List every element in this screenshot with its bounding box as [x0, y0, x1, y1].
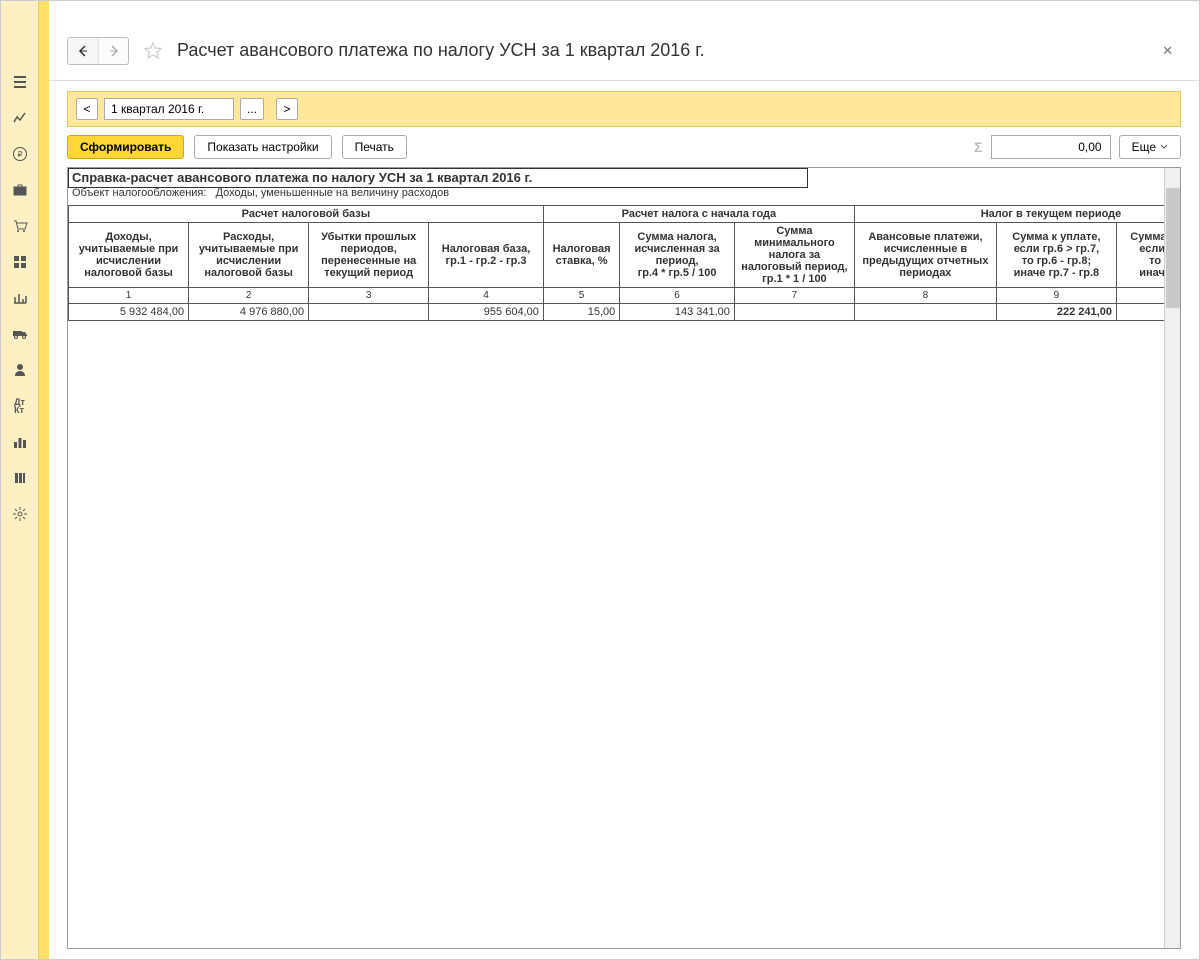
analytics-icon[interactable] [8, 287, 32, 309]
toolbar: Сформировать Показать настройки Печать Σ… [49, 127, 1199, 167]
col-header: Налоговая база, гр.1 - гр.2 - гр.3 [429, 223, 544, 288]
tax-object-value: Доходы, уменьшенные на величину расходов [216, 187, 449, 199]
arrow-right-icon [108, 45, 120, 57]
cell: 222 241,00 [996, 304, 1116, 321]
report-title: Справка-расчет авансового платежа по нал… [68, 168, 1181, 187]
titlebar: Расчет авансового платежа по налогу УСН … [49, 21, 1199, 81]
favorite-star-icon[interactable] [141, 39, 165, 63]
period-select-button[interactable]: ... [240, 98, 264, 120]
print-button[interactable]: Печать [342, 135, 407, 159]
col-header: Убытки прошлых периодов, перенесенные на… [309, 223, 429, 288]
cell: 955 604,00 [429, 304, 544, 321]
briefcase-icon[interactable] [8, 179, 32, 201]
group-header: Расчет налоговой базы [69, 206, 544, 223]
col-num: 1 [69, 288, 189, 304]
truck-icon[interactable] [8, 323, 32, 345]
chart-line-icon[interactable] [8, 107, 32, 129]
table-colnum-row: 1 2 3 4 5 6 7 8 9 10 [69, 288, 1182, 304]
col-header: Сумма к уплате, если гр.6 > гр.7, то гр.… [996, 223, 1116, 288]
col-num: 2 [189, 288, 309, 304]
period-prev-button[interactable]: < [76, 98, 98, 120]
report-area[interactable]: Справка-расчет авансового платежа по нал… [67, 167, 1181, 949]
sum-field[interactable] [991, 135, 1111, 159]
settings-icon[interactable] [8, 503, 32, 525]
show-settings-button[interactable]: Показать настройки [194, 135, 331, 159]
tax-object-label: Объект налогообложения: [72, 187, 206, 199]
user-icon[interactable] [8, 359, 32, 381]
report-table: Расчет налоговой базы Расчет налога с на… [68, 205, 1181, 321]
cell [734, 304, 854, 321]
chevron-down-icon [1160, 143, 1168, 151]
generate-button[interactable]: Сформировать [67, 135, 184, 159]
scrollbar-thumb[interactable] [1166, 188, 1180, 308]
col-header: Сумма налога, исчисленная за период, гр.… [620, 223, 735, 288]
col-header: Расходы, учитываемые при исчислении нало… [189, 223, 309, 288]
app-window: ₽ ДтКт Расчет авансового платежа [0, 0, 1200, 960]
accent-strip [39, 1, 49, 959]
more-button-label: Еще [1132, 140, 1156, 154]
arrow-left-icon [77, 45, 89, 57]
sigma-icon: Σ [974, 139, 982, 155]
page-title: Расчет авансового платежа по налогу УСН … [177, 40, 705, 61]
cart-icon[interactable] [8, 215, 32, 237]
more-button[interactable]: Еще [1119, 135, 1181, 159]
cell: 143 341,00 [620, 304, 735, 321]
sidebar: ₽ ДтКт [1, 1, 39, 959]
col-header: Доходы, учитываемые при исчислении налог… [69, 223, 189, 288]
ruble-icon[interactable]: ₽ [8, 143, 32, 165]
nav-back-button[interactable] [68, 38, 98, 64]
cell [309, 304, 429, 321]
transactions-icon[interactable]: ДтКт [8, 395, 32, 417]
col-header: Авансовые платежи, исчисленные в предыду… [854, 223, 996, 288]
col-header: Налоговая ставка, % [543, 223, 619, 288]
period-input[interactable] [104, 98, 234, 120]
grid-icon[interactable] [8, 251, 32, 273]
menu-icon[interactable] [8, 71, 32, 93]
table-group-row: Расчет налоговой базы Расчет налога с на… [69, 206, 1182, 223]
col-header: Сумма минимального налога за налоговый п… [734, 223, 854, 288]
col-num: 8 [854, 288, 996, 304]
close-button[interactable]: ✕ [1154, 39, 1181, 63]
nav-buttons [67, 37, 129, 65]
col-num: 9 [996, 288, 1116, 304]
group-header: Налог в текущем периоде [854, 206, 1181, 223]
cell: 4 976 880,00 [189, 304, 309, 321]
vertical-scrollbar[interactable] [1164, 168, 1180, 948]
report-subtitle: Объект налогообложения: Доходы, уменьшен… [68, 187, 1181, 205]
col-num: 3 [309, 288, 429, 304]
cell [854, 304, 996, 321]
library-icon[interactable] [8, 467, 32, 489]
nav-forward-button[interactable] [98, 38, 128, 64]
col-num: 5 [543, 288, 619, 304]
table-header-row: Доходы, учитываемые при исчислении налог… [69, 223, 1182, 288]
cell: 15,00 [543, 304, 619, 321]
period-next-button[interactable]: > [276, 98, 298, 120]
period-bar: < ... > [67, 91, 1181, 127]
table-row[interactable]: 5 932 484,00 4 976 880,00 955 604,00 15,… [69, 304, 1182, 321]
col-num: 4 [429, 288, 544, 304]
svg-text:₽: ₽ [17, 150, 22, 159]
cell: 5 932 484,00 [69, 304, 189, 321]
group-header: Расчет налога с начала года [543, 206, 854, 223]
bar-chart-icon[interactable] [8, 431, 32, 453]
main-content: Расчет авансового платежа по налогу УСН … [49, 1, 1199, 959]
col-num: 7 [734, 288, 854, 304]
col-num: 6 [620, 288, 735, 304]
